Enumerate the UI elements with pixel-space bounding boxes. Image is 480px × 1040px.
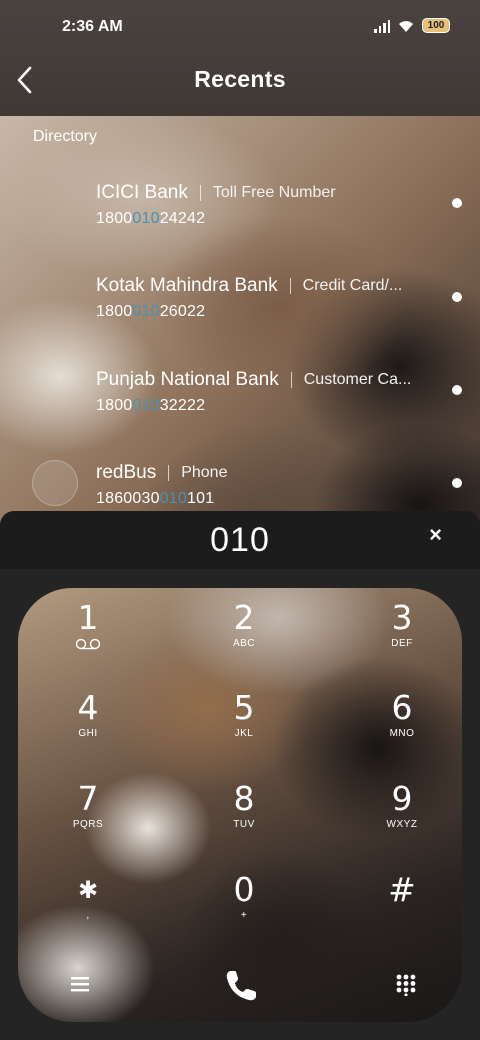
- contact-subtitle: Phone: [181, 464, 228, 481]
- contact-number: 180001024242: [96, 210, 206, 227]
- directory-label: Directory: [33, 128, 98, 145]
- clear-button[interactable]: ×: [429, 522, 442, 548]
- signal-icon: [374, 19, 390, 33]
- voicemail-icon: [75, 638, 101, 650]
- contact-number: 1860030010101: [96, 490, 215, 507]
- contact-subtitle: Credit Card/...: [302, 277, 403, 294]
- status-time: 2:36 AM: [62, 18, 123, 35]
- dial-input-bar: 010 ×: [0, 511, 480, 569]
- page-title: Recents: [194, 66, 286, 92]
- key-2[interactable]: 2 ABC: [194, 600, 294, 670]
- phone-call-icon[interactable]: [223, 968, 259, 1004]
- match-highlight: 010: [132, 210, 160, 227]
- contact-name: Punjab National Bank: [96, 369, 279, 390]
- key-9[interactable]: 9 WXYZ: [352, 781, 452, 851]
- key-8[interactable]: 8 TUV: [194, 781, 294, 851]
- contact-number: 180001032222: [96, 397, 206, 414]
- avatar: [32, 460, 78, 506]
- contact-item-pnb[interactable]: Punjab National Bank Customer Ca... 1800…: [96, 369, 466, 429]
- match-highlight: 010: [132, 303, 160, 320]
- more-dot-icon[interactable]: [452, 478, 462, 488]
- contact-item-kotak[interactable]: Kotak Mahindra Bank Credit Card/... 1800…: [96, 275, 466, 335]
- contact-item-icici[interactable]: ICICI Bank Toll Free Number 180001024242: [96, 182, 466, 242]
- divider: [168, 465, 170, 481]
- battery-icon: 100: [422, 18, 450, 33]
- key-1[interactable]: 1: [38, 600, 138, 670]
- more-dot-icon[interactable]: [452, 385, 462, 395]
- match-highlight: 010: [132, 397, 160, 414]
- match-highlight: 010: [159, 490, 187, 507]
- contact-subtitle: Toll Free Number: [212, 184, 336, 201]
- contact-subtitle: Customer Ca...: [303, 371, 412, 388]
- more-dot-icon[interactable]: [452, 292, 462, 302]
- key-4[interactable]: 4 GHI: [38, 690, 138, 760]
- more-dot-icon[interactable]: [452, 198, 462, 208]
- key-star[interactable]: ✱ ,: [38, 872, 138, 942]
- divider: [289, 278, 291, 294]
- key-3[interactable]: 3 DEF: [352, 600, 452, 670]
- status-icons: 100: [374, 18, 450, 33]
- contact-name: Kotak Mahindra Bank: [96, 275, 278, 296]
- divider: [290, 372, 292, 388]
- key-5[interactable]: 5 JKL: [194, 690, 294, 760]
- app-header: 2:36 AM 100 Recents: [0, 0, 480, 116]
- key-6[interactable]: 6 MNO: [352, 690, 452, 760]
- contact-name: ICICI Bank: [96, 182, 188, 203]
- contact-name: redBus: [96, 462, 157, 483]
- divider: [199, 185, 201, 201]
- wifi-icon: [399, 20, 413, 32]
- contact-number: 180001026022: [96, 303, 206, 320]
- key-7[interactable]: 7 PQRS: [38, 781, 138, 851]
- dialed-number-field[interactable]: 010: [0, 521, 480, 560]
- key-0[interactable]: 0 +: [194, 872, 294, 942]
- menu-icon[interactable]: [70, 975, 90, 993]
- dialpad-icon[interactable]: [396, 974, 416, 996]
- key-hash[interactable]: #: [352, 872, 452, 942]
